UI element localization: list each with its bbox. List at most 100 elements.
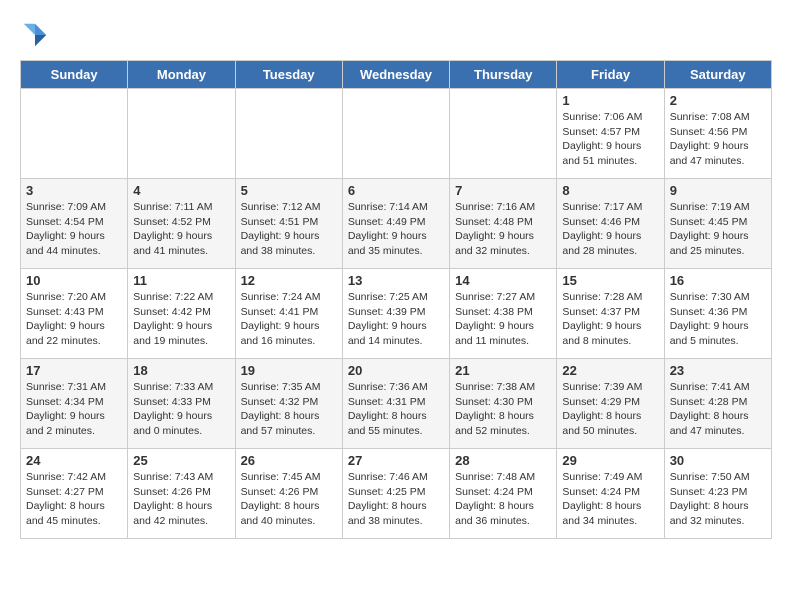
calendar-week-row: 24Sunrise: 7:42 AM Sunset: 4:27 PM Dayli… [21, 449, 772, 539]
day-info: Sunrise: 7:12 AM Sunset: 4:51 PM Dayligh… [241, 200, 337, 259]
day-info: Sunrise: 7:17 AM Sunset: 4:46 PM Dayligh… [562, 200, 658, 259]
calendar-header-wednesday: Wednesday [342, 61, 449, 89]
calendar-cell: 3 Sunrise: 7:09 AM Sunset: 4:54 PM Daylig… [21, 179, 128, 269]
day-number: 19 [241, 363, 337, 378]
day-info: Sunrise: 7:22 AM Sunset: 4:42 PM Dayligh… [133, 290, 229, 349]
day-info: Sunrise: 7:27 AM Sunset: 4:38 PM Dayligh… [455, 290, 551, 349]
day-info: Sunrise: 7:48 AM Sunset: 4:24 PM Dayligh… [455, 470, 551, 529]
calendar-cell: 23 Sunrise: 7:41 AM Sunset: 4:28 PM Dayli… [664, 359, 771, 449]
calendar-cell: 2 Sunrise: 7:08 AM Sunset: 4:56 PM Daylig… [664, 89, 771, 179]
day-info: Sunrise: 7:24 AM Sunset: 4:41 PM Dayligh… [241, 290, 337, 349]
day-info: Sunrise: 7:06 AM Sunset: 4:57 PM Dayligh… [562, 110, 658, 169]
day-number: 16 [670, 273, 766, 288]
calendar-cell: 25Sunrise: 7:43 AM Sunset: 4:26 PM Dayli… [128, 449, 235, 539]
logo [20, 20, 54, 50]
calendar-cell [128, 89, 235, 179]
calendar-cell: 15Sunrise: 7:28 AM Sunset: 4:37 PM Dayli… [557, 269, 664, 359]
calendar-cell: 6Sunrise: 7:14 AM Sunset: 4:49 PM Daylig… [342, 179, 449, 269]
day-number: 18 [133, 363, 229, 378]
day-number: 29 [562, 453, 658, 468]
day-info: Sunrise: 7:46 AM Sunset: 4:25 PM Dayligh… [348, 470, 444, 529]
day-number: 22 [562, 363, 658, 378]
day-info: Sunrise: 7:30 AM Sunset: 4:36 PM Dayligh… [670, 290, 766, 349]
calendar-header-saturday: Saturday [664, 61, 771, 89]
calendar-cell: 22 Sunrise: 7:39 AM Sunset: 4:29 PM Dayli… [557, 359, 664, 449]
calendar-cell: 5 Sunrise: 7:12 AM Sunset: 4:51 PM Daylig… [235, 179, 342, 269]
day-number: 25 [133, 453, 229, 468]
day-number: 15 [562, 273, 658, 288]
calendar-cell [235, 89, 342, 179]
day-number: 10 [26, 273, 122, 288]
calendar-cell: 20 Sunrise: 7:36 AM Sunset: 4:31 PM Dayli… [342, 359, 449, 449]
calendar-cell: 29 Sunrise: 7:49 AM Sunset: 4:24 PM Dayli… [557, 449, 664, 539]
day-number: 5 [241, 183, 337, 198]
calendar-header-thursday: Thursday [450, 61, 557, 89]
day-info: Sunrise: 7:33 AM Sunset: 4:33 PM Dayligh… [133, 380, 229, 439]
calendar-cell: 26 Sunrise: 7:45 AM Sunset: 4:26 PM Dayli… [235, 449, 342, 539]
calendar-cell: 10 Sunrise: 7:20 AM Sunset: 4:43 PM Dayli… [21, 269, 128, 359]
calendar-cell: 24Sunrise: 7:42 AM Sunset: 4:27 PM Dayli… [21, 449, 128, 539]
calendar-cell: 12 Sunrise: 7:24 AM Sunset: 4:41 PM Dayli… [235, 269, 342, 359]
day-number: 24 [26, 453, 122, 468]
calendar-cell [21, 89, 128, 179]
calendar-cell [342, 89, 449, 179]
calendar-cell: 1 Sunrise: 7:06 AM Sunset: 4:57 PM Daylig… [557, 89, 664, 179]
day-number: 26 [241, 453, 337, 468]
calendar-cell [450, 89, 557, 179]
day-number: 8 [562, 183, 658, 198]
day-number: 12 [241, 273, 337, 288]
calendar-cell: 17 Sunrise: 7:31 AM Sunset: 4:34 PM Dayli… [21, 359, 128, 449]
logo-icon [20, 20, 50, 50]
calendar-table: SundayMondayTuesdayWednesdayThursdayFrid… [20, 60, 772, 539]
day-info: Sunrise: 7:45 AM Sunset: 4:26 PM Dayligh… [241, 470, 337, 529]
calendar-header-tuesday: Tuesday [235, 61, 342, 89]
day-number: 4 [133, 183, 229, 198]
day-number: 20 [348, 363, 444, 378]
day-info: Sunrise: 7:11 AM Sunset: 4:52 PM Dayligh… [133, 200, 229, 259]
day-info: Sunrise: 7:19 AM Sunset: 4:45 PM Dayligh… [670, 200, 766, 259]
calendar-header-sunday: Sunday [21, 61, 128, 89]
day-info: Sunrise: 7:50 AM Sunset: 4:23 PM Dayligh… [670, 470, 766, 529]
calendar-cell: 4 Sunrise: 7:11 AM Sunset: 4:52 PM Daylig… [128, 179, 235, 269]
day-number: 21 [455, 363, 551, 378]
calendar-week-row: 3 Sunrise: 7:09 AM Sunset: 4:54 PM Daylig… [21, 179, 772, 269]
day-number: 9 [670, 183, 766, 198]
calendar-cell: 19 Sunrise: 7:35 AM Sunset: 4:32 PM Dayli… [235, 359, 342, 449]
day-number: 3 [26, 183, 122, 198]
day-info: Sunrise: 7:25 AM Sunset: 4:39 PM Dayligh… [348, 290, 444, 349]
day-number: 1 [562, 93, 658, 108]
day-info: Sunrise: 7:31 AM Sunset: 4:34 PM Dayligh… [26, 380, 122, 439]
calendar-cell: 7 Sunrise: 7:16 AM Sunset: 4:48 PM Daylig… [450, 179, 557, 269]
day-number: 17 [26, 363, 122, 378]
calendar-cell: 13 Sunrise: 7:25 AM Sunset: 4:39 PM Dayli… [342, 269, 449, 359]
day-info: Sunrise: 7:38 AM Sunset: 4:30 PM Dayligh… [455, 380, 551, 439]
day-info: Sunrise: 7:35 AM Sunset: 4:32 PM Dayligh… [241, 380, 337, 439]
day-number: 6 [348, 183, 444, 198]
day-number: 13 [348, 273, 444, 288]
day-info: Sunrise: 7:39 AM Sunset: 4:29 PM Dayligh… [562, 380, 658, 439]
calendar-week-row: 1 Sunrise: 7:06 AM Sunset: 4:57 PM Daylig… [21, 89, 772, 179]
calendar-cell: 30 Sunrise: 7:50 AM Sunset: 4:23 PM Dayli… [664, 449, 771, 539]
day-info: Sunrise: 7:49 AM Sunset: 4:24 PM Dayligh… [562, 470, 658, 529]
day-info: Sunrise: 7:09 AM Sunset: 4:54 PM Dayligh… [26, 200, 122, 259]
day-info: Sunrise: 7:08 AM Sunset: 4:56 PM Dayligh… [670, 110, 766, 169]
day-info: Sunrise: 7:36 AM Sunset: 4:31 PM Dayligh… [348, 380, 444, 439]
calendar-header-row: SundayMondayTuesdayWednesdayThursdayFrid… [21, 61, 772, 89]
day-info: Sunrise: 7:41 AM Sunset: 4:28 PM Dayligh… [670, 380, 766, 439]
calendar-cell: 21 Sunrise: 7:38 AM Sunset: 4:30 PM Dayli… [450, 359, 557, 449]
page-header [20, 20, 772, 50]
day-info: Sunrise: 7:16 AM Sunset: 4:48 PM Dayligh… [455, 200, 551, 259]
calendar-cell: 11Sunrise: 7:22 AM Sunset: 4:42 PM Dayli… [128, 269, 235, 359]
day-number: 23 [670, 363, 766, 378]
day-info: Sunrise: 7:20 AM Sunset: 4:43 PM Dayligh… [26, 290, 122, 349]
calendar-cell: 27Sunrise: 7:46 AM Sunset: 4:25 PM Dayli… [342, 449, 449, 539]
calendar-header-friday: Friday [557, 61, 664, 89]
day-number: 2 [670, 93, 766, 108]
day-number: 30 [670, 453, 766, 468]
calendar-week-row: 17 Sunrise: 7:31 AM Sunset: 4:34 PM Dayli… [21, 359, 772, 449]
day-number: 28 [455, 453, 551, 468]
day-number: 7 [455, 183, 551, 198]
calendar-cell: 14 Sunrise: 7:27 AM Sunset: 4:38 PM Dayli… [450, 269, 557, 359]
calendar-cell: 16 Sunrise: 7:30 AM Sunset: 4:36 PM Dayli… [664, 269, 771, 359]
day-number: 14 [455, 273, 551, 288]
